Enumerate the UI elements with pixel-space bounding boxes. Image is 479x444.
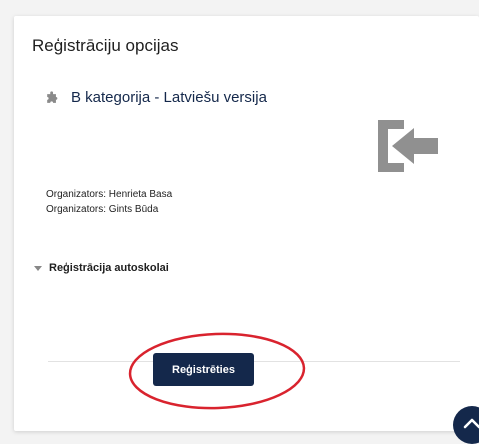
register-button[interactable]: Reģistrēties <box>153 353 254 386</box>
card-title: Reģistrāciju opcijas <box>32 36 179 55</box>
puzzle-piece-icon <box>47 90 58 103</box>
course-name[interactable]: B kategorija - Latviešu versija <box>71 89 267 106</box>
chevron-up-icon <box>463 418 479 429</box>
organizer-item: Organizators: Henrieta Basa <box>46 189 173 200</box>
organizer-item: Organizators: Gints Būda <box>46 204 159 215</box>
sign-in-arrow-icon <box>378 120 438 172</box>
course-row: B kategorija - Latviešu versija <box>45 89 267 106</box>
caret-down-icon <box>34 265 42 271</box>
scroll-to-top-button[interactable] <box>453 406 479 444</box>
organizers-list: Organizators: Henrieta Basa Organizators… <box>46 187 172 217</box>
driving-school-registration-toggle[interactable]: Reģistrācija autoskolai <box>34 262 169 274</box>
divider <box>48 361 460 362</box>
section-label: Reģistrācija autoskolai <box>49 262 169 274</box>
